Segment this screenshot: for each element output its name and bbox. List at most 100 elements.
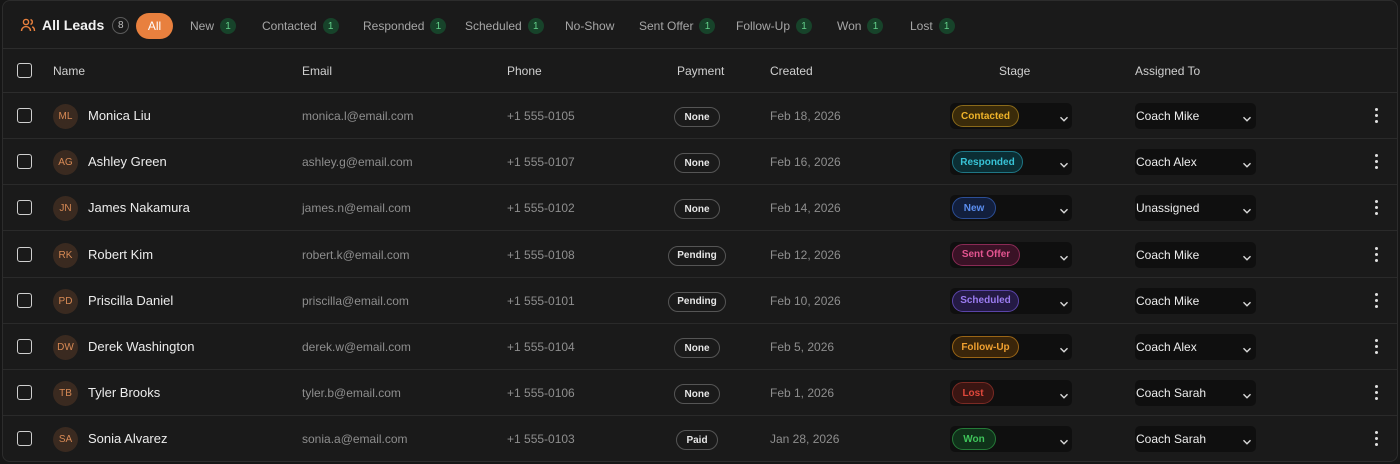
chevron-down-icon	[1059, 434, 1069, 446]
filter-tab-responded[interactable]: Responded 1	[363, 13, 447, 39]
table-row[interactable]: RK Robert Kim robert.k@email.com +1 555-…	[3, 232, 1397, 278]
stage-select[interactable]: Responded	[950, 149, 1072, 176]
filter-tab-label: All	[147, 19, 162, 33]
filter-tab-lost[interactable]: Lost 1	[910, 13, 955, 39]
lead-name[interactable]: Tyler Brooks	[88, 385, 160, 400]
more-vertical-icon[interactable]	[1371, 337, 1383, 357]
row-checkbox[interactable]	[17, 154, 32, 170]
lead-created-date: Feb 12, 2026	[770, 247, 841, 262]
payment-status-badge: None	[674, 153, 720, 174]
table-row[interactable]: DW Derek Washington derek.w@email.com +1…	[3, 324, 1397, 370]
lead-phone: +1 555-0106	[507, 386, 575, 401]
leads-panel: All Leads 8 All New 1 Contacted 1 Respon…	[2, 0, 1398, 462]
filter-tab-follow-up[interactable]: Follow-Up 1	[736, 13, 813, 39]
lead-phone: +1 555-0107	[507, 155, 575, 170]
filter-tab-new[interactable]: New 1	[190, 13, 237, 39]
lead-created-date: Feb 10, 2026	[770, 293, 841, 308]
stage-select[interactable]: New	[950, 195, 1072, 222]
assigned-to-value: Coach Sarah	[1136, 386, 1207, 401]
lead-email: ashley.g@email.com	[302, 155, 413, 170]
table-row[interactable]: TB Tyler Brooks tyler.b@email.com +1 555…	[3, 370, 1397, 417]
lead-name[interactable]: Priscilla Daniel	[88, 293, 173, 308]
filter-tab-no-show[interactable]: No-Show	[565, 13, 614, 39]
row-checkbox[interactable]	[17, 292, 32, 308]
lead-name[interactable]: James Nakamura	[88, 200, 190, 215]
table-row[interactable]: JN James Nakamura james.n@email.com +1 5…	[3, 185, 1397, 232]
table-row[interactable]: AG Ashley Green ashley.g@email.com +1 55…	[3, 139, 1397, 186]
stage-select[interactable]: Lost	[950, 380, 1072, 407]
lead-name[interactable]: Derek Washington	[88, 339, 194, 354]
stage-select[interactable]: Won	[950, 426, 1072, 453]
lead-name[interactable]: Ashley Green	[88, 154, 167, 169]
lead-name[interactable]: Robert Kim	[88, 247, 153, 262]
assigned-to-select[interactable]: Unassigned	[1135, 195, 1256, 222]
lead-name[interactable]: Monica Liu	[88, 108, 151, 123]
column-header-name[interactable]: Name	[53, 64, 85, 78]
more-vertical-icon[interactable]	[1371, 291, 1383, 311]
more-vertical-icon[interactable]	[1371, 198, 1383, 218]
row-checkbox[interactable]	[17, 385, 32, 401]
assigned-to-select[interactable]: Coach Mike	[1135, 241, 1256, 268]
row-checkbox[interactable]	[17, 431, 32, 447]
chevron-down-icon	[1059, 296, 1069, 307]
filter-tab-all[interactable]: All	[136, 13, 173, 39]
avatar: JN	[53, 196, 78, 222]
more-vertical-icon[interactable]	[1371, 383, 1383, 403]
row-checkbox[interactable]	[17, 108, 32, 123]
assigned-to-select[interactable]: Coach Mike	[1135, 287, 1256, 314]
chevron-down-icon	[1242, 388, 1252, 399]
column-header-created[interactable]: Created	[770, 64, 813, 78]
more-vertical-icon[interactable]	[1371, 245, 1383, 265]
lead-name[interactable]: Sonia Alvarez	[88, 431, 168, 446]
filter-tab-label: Contacted	[262, 19, 317, 33]
filter-tab-contacted[interactable]: Contacted 1	[262, 13, 339, 39]
payment-status-badge: None	[674, 338, 720, 358]
chevron-down-icon	[1242, 434, 1252, 446]
row-checkbox[interactable]	[17, 246, 32, 262]
filter-tab-label: Responded	[363, 19, 425, 33]
table-header: Name Email Phone Payment Created Stage A…	[3, 49, 1397, 93]
table-row[interactable]: SA Sonia Alvarez sonia.a@email.com +1 55…	[3, 416, 1397, 461]
lead-email: priscilla@email.com	[302, 293, 409, 308]
stage-select[interactable]: Scheduled	[950, 287, 1072, 314]
filter-tab-label: Scheduled	[465, 19, 522, 33]
more-vertical-icon[interactable]	[1371, 429, 1383, 449]
filter-tab-label: Won	[837, 19, 862, 33]
filter-tab-sent-offer[interactable]: Sent Offer 1	[639, 13, 716, 39]
lead-phone: +1 555-0108	[507, 247, 575, 262]
filter-tab-won[interactable]: Won 1	[837, 13, 884, 39]
stage-badge: Scheduled	[952, 289, 1019, 312]
column-header-phone[interactable]: Phone	[507, 64, 542, 78]
lead-created-date: Feb 1, 2026	[770, 386, 835, 401]
assigned-to-select[interactable]: Coach Alex	[1135, 334, 1256, 360]
column-header-assigned-to[interactable]: Assigned To	[1135, 64, 1200, 78]
assigned-to-select[interactable]: Coach Mike	[1135, 103, 1256, 129]
page-title: All Leads	[42, 17, 105, 33]
assigned-to-select[interactable]: Coach Sarah	[1135, 426, 1256, 453]
filter-count-badge: 1	[938, 18, 955, 34]
column-header-email[interactable]: Email	[302, 64, 332, 78]
column-header-stage[interactable]: Stage	[999, 64, 1030, 78]
table-row[interactable]: ML Monica Liu monica.l@email.com +1 555-…	[3, 93, 1397, 139]
chevron-down-icon	[1059, 203, 1069, 215]
more-vertical-icon[interactable]	[1371, 152, 1383, 172]
stage-badge: Won	[952, 428, 996, 451]
assigned-to-select[interactable]: Coach Sarah	[1135, 380, 1256, 407]
stage-select[interactable]: Contacted	[950, 103, 1072, 129]
stage-select[interactable]: Sent Offer	[950, 241, 1072, 268]
row-checkbox[interactable]	[17, 339, 32, 354]
assigned-to-select[interactable]: Coach Alex	[1135, 149, 1256, 176]
avatar: AG	[53, 150, 78, 176]
filter-tab-scheduled[interactable]: Scheduled 1	[465, 13, 544, 39]
select-all-checkbox[interactable]	[17, 63, 32, 78]
column-header-payment[interactable]: Payment	[677, 64, 724, 78]
filter-tab-label: Follow-Up	[736, 19, 791, 33]
table-row[interactable]: PD Priscilla Daniel priscilla@email.com …	[3, 278, 1397, 324]
chevron-down-icon	[1059, 157, 1069, 168]
lead-email: robert.k@email.com	[302, 247, 410, 262]
more-vertical-icon[interactable]	[1371, 106, 1383, 126]
row-checkbox[interactable]	[17, 200, 32, 216]
assigned-to-value: Coach Mike	[1136, 109, 1200, 123]
stage-select[interactable]: Follow-Up	[950, 334, 1072, 360]
chevron-down-icon	[1242, 157, 1252, 168]
